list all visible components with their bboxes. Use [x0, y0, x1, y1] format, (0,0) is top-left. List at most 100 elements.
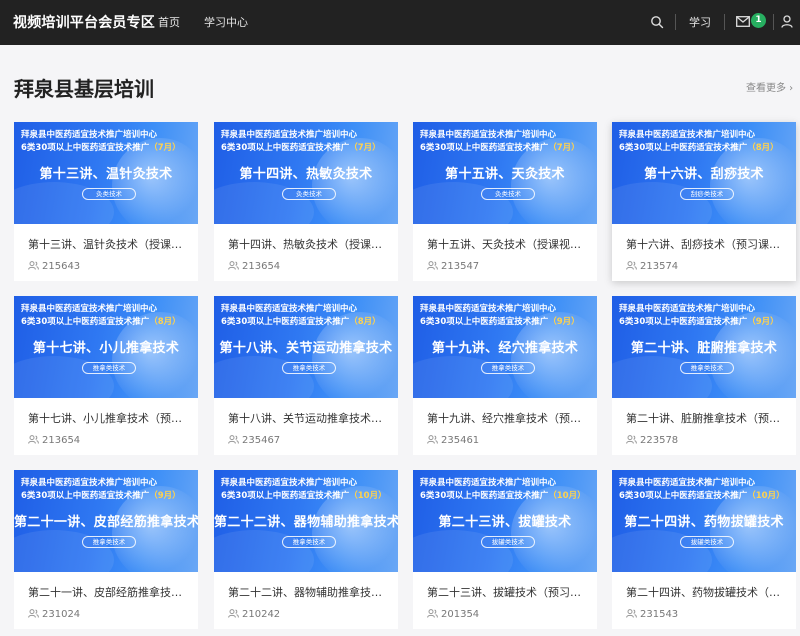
course-thumbnail[interactable]: 拜泉县中医药适宜技术推广培训中心 6类30项以上中医药适宜技术推广（8月） 第十…: [612, 122, 796, 224]
user-icon[interactable]: [781, 15, 793, 28]
view-count-number: 213654: [42, 435, 81, 446]
thumbnail-lecture-title: 第二十三讲、拔罐技术: [438, 515, 572, 530]
viewers-icon: [228, 261, 239, 270]
course-thumbnail[interactable]: 拜泉县中医药适宜技术推广培训中心 6类30项以上中医药适宜技术推广（7月） 第十…: [413, 122, 597, 224]
section-title: 拜泉县基层培训: [14, 77, 154, 101]
course-thumbnail[interactable]: 拜泉县中医药适宜技术推广培训中心 6类30项以上中医药适宜技术推广（9月） 第二…: [14, 470, 198, 572]
course-thumbnail[interactable]: 拜泉县中医药适宜技术推广培训中心 6类30项以上中医药适宜技术推广（10月） 第…: [612, 470, 796, 572]
viewers-icon: [228, 435, 239, 444]
course-thumbnail[interactable]: 拜泉县中医药适宜技术推广培训中心 6类30项以上中医药适宜技术推广（8月） 第十…: [14, 296, 198, 398]
course-title[interactable]: 第二十讲、脏腑推拿技术（预习课件）: [626, 410, 786, 426]
view-count: 213574: [626, 261, 678, 272]
search-icon[interactable]: [650, 15, 664, 29]
thumbnail-lecture-title: 第十九讲、经穴推拿技术: [431, 341, 579, 356]
thumbnail-lecture-title: 第二十一讲、皮部经筋推拿技术: [14, 515, 198, 530]
viewers-icon: [28, 261, 39, 270]
thumbnail-org: 拜泉县中医药适宜技术推广培训中心: [420, 304, 557, 314]
view-more-link[interactable]: 查看更多 ›: [746, 79, 793, 94]
thumbnail-subtitle: 6类30项以上中医药适宜技术推广（8月）: [21, 317, 181, 327]
course-card[interactable]: 拜泉县中医药适宜技术推广培训中心 6类30项以上中医药适宜技术推广（8月） 第十…: [612, 122, 796, 281]
course-card[interactable]: 拜泉县中医药适宜技术推广培训中心 6类30项以上中医药适宜技术推广（9月） 第十…: [413, 296, 597, 455]
thumbnail-lecture-title: 第二十讲、脏腑推拿技术: [630, 341, 778, 356]
thumbnail-org: 拜泉县中医药适宜技术推广培训中心: [221, 478, 358, 488]
nav-home[interactable]: 首页: [158, 14, 180, 30]
course-card[interactable]: 拜泉县中医药适宜技术推广培训中心 6类30项以上中医药适宜技术推广（9月） 第二…: [612, 296, 796, 455]
view-count: 231543: [626, 609, 678, 620]
thumbnail-subtitle: 6类30项以上中医药适宜技术推广（10月）: [619, 491, 785, 501]
course-title[interactable]: 第二十四讲、药物拔罐技术（预习课件）: [626, 584, 786, 600]
thumbnail-subtitle: 6类30项以上中医药适宜技术推广（8月）: [619, 143, 779, 153]
divider: [724, 14, 725, 30]
thumbnail-org: 拜泉县中医药适宜技术推广培训中心: [21, 304, 158, 314]
course-title[interactable]: 第十八讲、关节运动推拿技术（预习课件）: [228, 410, 388, 426]
course-thumbnail[interactable]: 拜泉县中医药适宜技术推广培训中心 6类30项以上中医药适宜技术推广（9月） 第二…: [612, 296, 796, 398]
course-thumbnail[interactable]: 拜泉县中医药适宜技术推广培训中心 6类30项以上中医药适宜技术推广（10月） 第…: [413, 470, 597, 572]
thumbnail-month: （7月）: [349, 143, 381, 153]
thumbnail-subtitle: 6类30项以上中医药适宜技术推广（7月）: [21, 143, 181, 153]
course-title[interactable]: 第十三讲、温针灸技术（授课视频）: [28, 236, 188, 252]
thumbnail-month: （10月）: [747, 491, 785, 501]
viewers-icon: [427, 435, 438, 444]
course-title[interactable]: 第十四讲、热敏灸技术（授课视频）: [228, 236, 388, 252]
course-title[interactable]: 第二十二讲、器物辅助推拿技术（预习课件）: [228, 584, 388, 600]
thumbnail-category-tag: 推拿类技术: [282, 362, 336, 374]
course-title[interactable]: 第十七讲、小儿推拿技术（预习课件）: [28, 410, 188, 426]
site-brand[interactable]: 视频培训平台会员专区: [13, 12, 155, 32]
view-count: 235461: [427, 435, 479, 446]
thumbnail-category-tag: 拔罐类技术: [481, 536, 535, 548]
view-count-number: 231024: [42, 609, 81, 620]
thumbnail-category-tag: 拔罐类技术: [680, 536, 734, 548]
course-thumbnail[interactable]: 拜泉县中医药适宜技术推广培训中心 6类30项以上中医药适宜技术推广（7月） 第十…: [214, 122, 398, 224]
course-thumbnail[interactable]: 拜泉县中医药适宜技术推广培训中心 6类30项以上中医药适宜技术推广（10月） 第…: [214, 470, 398, 572]
course-card[interactable]: 拜泉县中医药适宜技术推广培训中心 6类30项以上中医药适宜技术推广（10月） 第…: [413, 470, 597, 629]
thumbnail-month: （9月）: [149, 491, 181, 501]
view-count: 223578: [626, 435, 678, 446]
thumbnail-org: 拜泉县中医药适宜技术推广培训中心: [221, 304, 358, 314]
view-count-number: 223578: [640, 435, 679, 446]
course-card[interactable]: 拜泉县中医药适宜技术推广培训中心 6类30项以上中医药适宜技术推广（10月） 第…: [214, 470, 398, 629]
course-thumbnail[interactable]: 拜泉县中医药适宜技术推广培训中心 6类30项以上中医药适宜技术推广（8月） 第十…: [214, 296, 398, 398]
mail-icon[interactable]: [736, 16, 750, 27]
viewers-icon: [427, 609, 438, 618]
thumbnail-lecture-title: 第十八讲、关节运动推拿技术: [219, 341, 393, 356]
thumbnail-org: 拜泉县中医药适宜技术推广培训中心: [619, 304, 756, 314]
thumbnail-month: （8月）: [349, 317, 381, 327]
view-count-number: 210242: [242, 609, 281, 620]
thumbnail-subtitle: 6类30项以上中医药适宜技术推广（8月）: [221, 317, 381, 327]
nav-learning-center[interactable]: 学习中心: [204, 14, 248, 30]
course-thumbnail[interactable]: 拜泉县中医药适宜技术推广培训中心 6类30项以上中医药适宜技术推广（9月） 第十…: [413, 296, 597, 398]
viewers-icon: [28, 609, 39, 618]
course-title[interactable]: 第十六讲、刮痧技术（预习课件）: [626, 236, 786, 252]
view-count: 231024: [28, 609, 80, 620]
thumbnail-subtitle: 6类30项以上中医药适宜技术推广（10月）: [420, 491, 586, 501]
course-card[interactable]: 拜泉县中医药适宜技术推广培训中心 6类30项以上中医药适宜技术推广（8月） 第十…: [214, 296, 398, 455]
thumbnail-subtitle: 6类30项以上中医药适宜技术推广（10月）: [221, 491, 387, 501]
mail-count-badge: 1: [751, 13, 766, 28]
view-count: 213654: [228, 261, 280, 272]
course-title[interactable]: 第十五讲、天灸技术（授课视频）: [427, 236, 587, 252]
view-count-number: 213574: [640, 261, 679, 272]
course-thumbnail[interactable]: 拜泉县中医药适宜技术推广培训中心 6类30项以上中医药适宜技术推广（7月） 第十…: [14, 122, 198, 224]
course-card[interactable]: 拜泉县中医药适宜技术推广培训中心 6类30项以上中医药适宜技术推广（8月） 第十…: [14, 296, 198, 455]
study-link[interactable]: 学习: [689, 14, 711, 30]
thumbnail-category-tag: 推拿类技术: [82, 536, 136, 548]
thumbnail-month: （10月）: [548, 491, 586, 501]
view-count: 210242: [228, 609, 280, 620]
view-count: 215643: [28, 261, 80, 272]
course-card[interactable]: 拜泉县中医药适宜技术推广培训中心 6类30项以上中医药适宜技术推广（9月） 第二…: [14, 470, 198, 629]
thumbnail-subtitle: 6类30项以上中医药适宜技术推广（7月）: [420, 143, 580, 153]
viewers-icon: [228, 609, 239, 618]
view-count: 201354: [427, 609, 479, 620]
thumbnail-lecture-title: 第十四讲、热敏灸技术: [239, 167, 373, 182]
viewers-icon: [28, 435, 39, 444]
course-title[interactable]: 第十九讲、经穴推拿技术（预习课件）: [427, 410, 587, 426]
course-card[interactable]: 拜泉县中医药适宜技术推广培训中心 6类30项以上中医药适宜技术推广（7月） 第十…: [413, 122, 597, 281]
course-title[interactable]: 第二十三讲、拔罐技术（预习课件）: [427, 584, 587, 600]
course-card[interactable]: 拜泉县中医药适宜技术推广培训中心 6类30项以上中医药适宜技术推广（7月） 第十…: [214, 122, 398, 281]
course-title[interactable]: 第二十一讲、皮部经筋推拿技术（预习课件）: [28, 584, 188, 600]
thumbnail-subtitle: 6类30项以上中医药适宜技术推广（9月）: [21, 491, 181, 501]
thumbnail-category-tag: 灸类技术: [481, 188, 535, 200]
course-card[interactable]: 拜泉县中医药适宜技术推广培训中心 6类30项以上中医药适宜技术推广（10月） 第…: [612, 470, 796, 629]
thumbnail-org: 拜泉县中医药适宜技术推广培训中心: [420, 478, 557, 488]
course-card[interactable]: 拜泉县中医药适宜技术推广培训中心 6类30项以上中医药适宜技术推广（7月） 第十…: [14, 122, 198, 281]
